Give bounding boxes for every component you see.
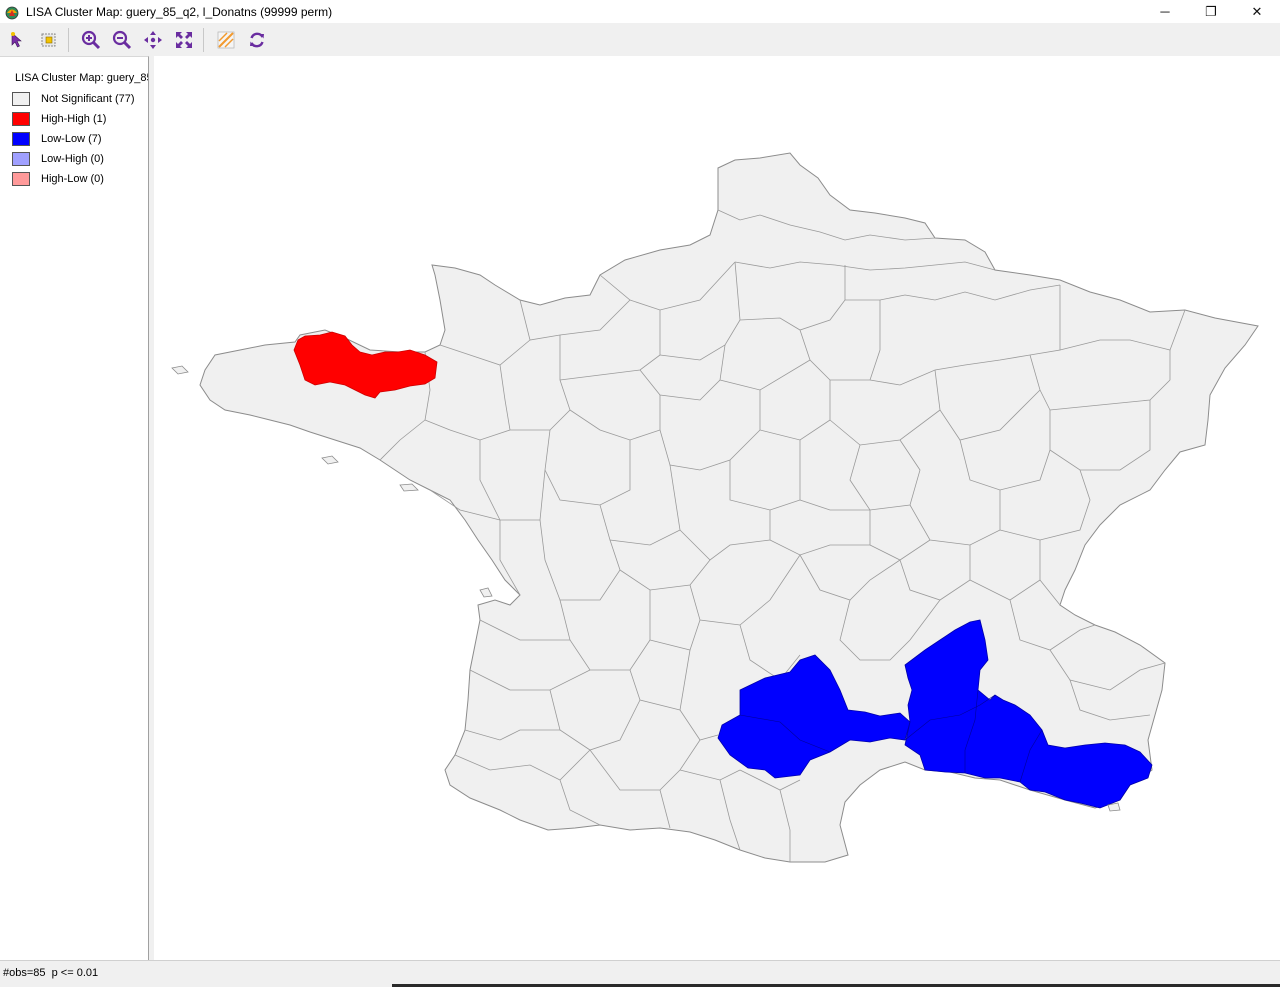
france-map	[171, 152, 1259, 863]
status-bar: #obs=85 p <= 0.01	[0, 960, 1280, 987]
status-text: #obs=85 p <= 0.01	[3, 967, 99, 979]
map-canvas[interactable]	[154, 56, 1280, 960]
